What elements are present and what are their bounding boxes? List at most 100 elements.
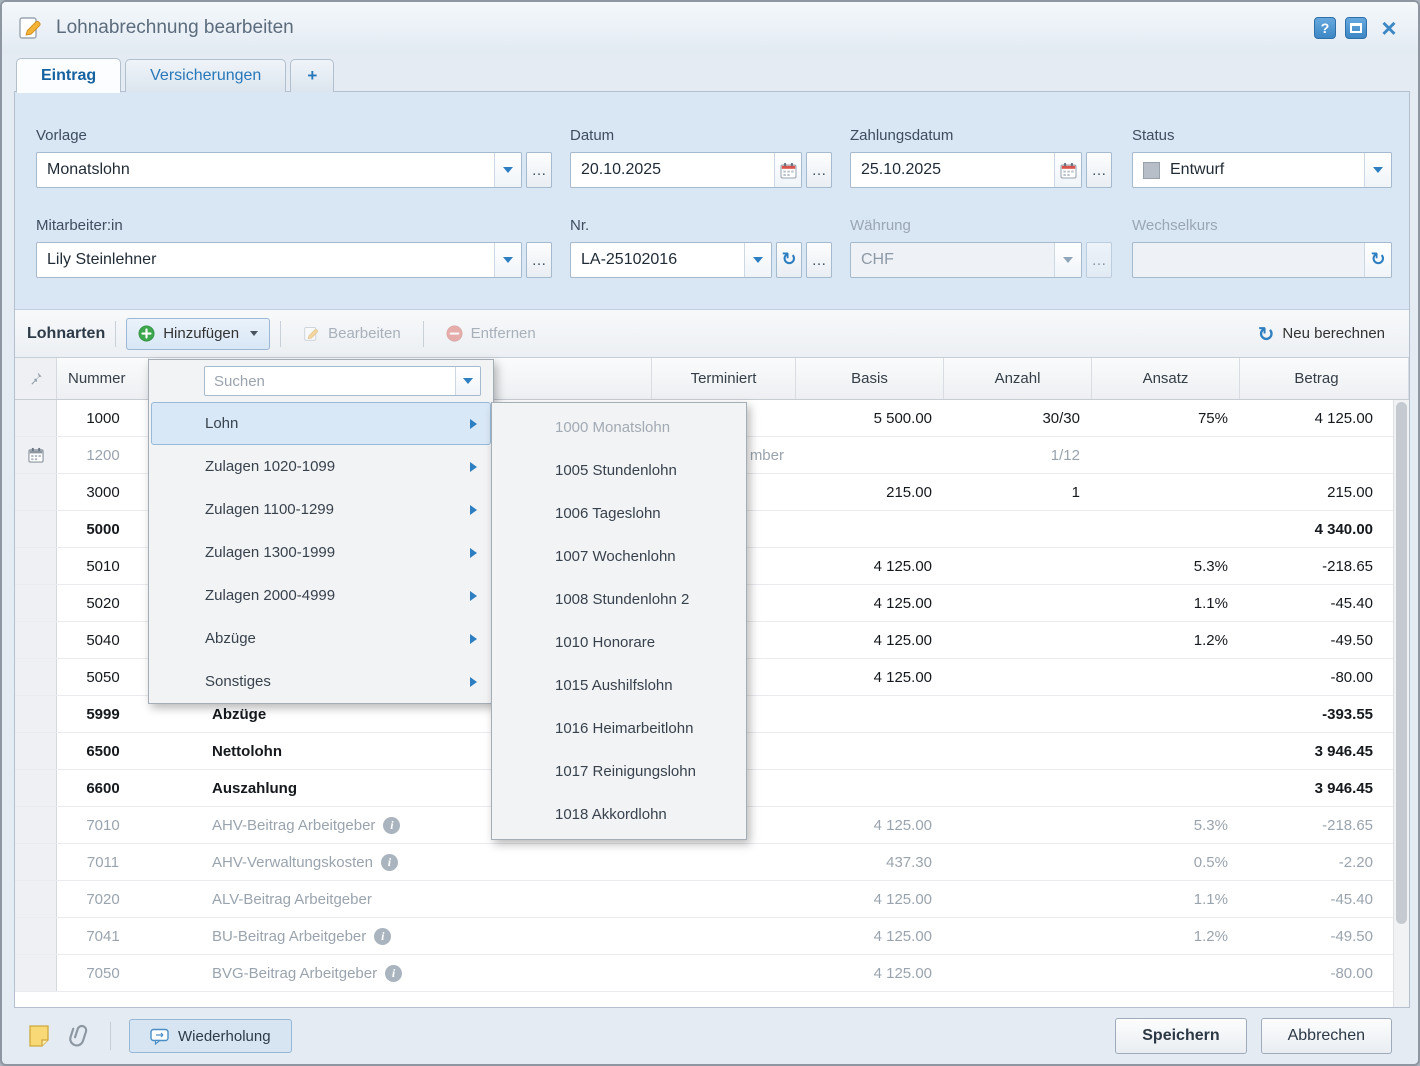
nr-value[interactable]: LA-25102016	[571, 243, 744, 277]
neu-berechnen-button[interactable]: ↻ Neu berechnen	[1246, 318, 1397, 350]
status-field-group: Status Entwurf	[1132, 127, 1392, 188]
row-gutter	[15, 770, 57, 806]
vorlage-value[interactable]: Monatslohn	[37, 153, 494, 187]
hinzufuegen-button[interactable]: Hinzufügen	[126, 318, 270, 350]
submenu-item[interactable]: 1017 Reinigungslohn	[492, 750, 746, 793]
close-button[interactable]: ×	[1376, 15, 1402, 41]
vorlage-combobox[interactable]: Monatslohn	[36, 152, 522, 188]
lohnart-name: AHV-Verwaltungskosten	[212, 854, 373, 871]
menu-item[interactable]: Zulagen 1300-1999	[151, 531, 491, 574]
mitarbeiter-combobox[interactable]: Lily Steinlehner	[36, 242, 522, 278]
wechselkurs-refresh-trigger[interactable]: ↻	[1364, 243, 1391, 277]
cell-basis	[796, 770, 944, 806]
table-row[interactable]: 7050 BVG-Beitrag Arbeitgeber i 4 125.00 …	[15, 955, 1409, 992]
submenu-item[interactable]: 1016 Heimarbeitlohn	[492, 707, 746, 750]
header-ansatz[interactable]: Ansatz	[1092, 358, 1240, 399]
menu-search-field[interactable]: Suchen	[204, 366, 481, 396]
lohnart-name: Auszahlung	[212, 780, 297, 797]
nr-more-button[interactable]: …	[806, 242, 832, 278]
menu-item-label: Zulagen 1300-1999	[205, 544, 335, 561]
menu-item[interactable]: Sonstiges	[151, 660, 491, 703]
cell-basis: 5 500.00	[796, 400, 944, 436]
datum-calendar-trigger[interactable]	[774, 153, 801, 187]
menu-item[interactable]: Zulagen 2000-4999	[151, 574, 491, 617]
menu-item[interactable]: Abzüge	[151, 617, 491, 660]
table-row[interactable]: 7041 BU-Beitrag Arbeitgeber i 4 125.00 1…	[15, 918, 1409, 955]
cell-name: ALV-Beitrag Arbeitgeber i	[149, 881, 652, 917]
submenu-item[interactable]: 1008 Stundenlohn 2	[492, 578, 746, 621]
table-row[interactable]: 7011 AHV-Verwaltungskosten i 437.30 0.5%…	[15, 844, 1409, 881]
wechselkurs-label: Wechselkurs	[1132, 217, 1392, 234]
zahlungsdatum-calendar-trigger[interactable]	[1054, 153, 1081, 187]
vorlage-dropdown-trigger[interactable]	[494, 153, 521, 187]
submenu-item[interactable]: 1000 Monatslohn	[492, 406, 746, 449]
row-gutter	[15, 733, 57, 769]
tab[interactable]: +	[290, 59, 334, 92]
zahlungsdatum-more-button[interactable]: …	[1086, 152, 1112, 188]
vertical-scrollbar[interactable]	[1393, 400, 1409, 1007]
row-gutter	[15, 844, 57, 880]
info-icon[interactable]: i	[383, 817, 400, 834]
info-icon[interactable]: i	[385, 965, 402, 982]
cell-ansatz: 1.1%	[1092, 585, 1240, 621]
wiederholung-button[interactable]: Wiederholung	[129, 1019, 292, 1053]
menu-item[interactable]: Zulagen 1020-1099	[151, 445, 491, 488]
submenu-item[interactable]: 1005 Stundenlohn	[492, 449, 746, 492]
scrollbar-thumb[interactable]	[1396, 402, 1407, 924]
menu-item-label: Zulagen 1100-1299	[205, 501, 334, 518]
notes-button[interactable]	[28, 1024, 50, 1048]
cell-basis: 4 125.00	[796, 585, 944, 621]
menu-item[interactable]: Zulagen 1100-1299	[151, 488, 491, 531]
mitarbeiter-dropdown-trigger[interactable]	[494, 243, 521, 277]
help-button[interactable]: ?	[1314, 17, 1336, 39]
vorlage-more-button[interactable]: …	[526, 152, 552, 188]
menu-item-label: Lohn	[205, 415, 238, 432]
cell-anzahl	[944, 548, 1092, 584]
header-betrag[interactable]: Betrag	[1240, 358, 1409, 399]
status-combobox[interactable]: Entwurf	[1132, 152, 1392, 188]
submenu-item[interactable]: 1010 Honorare	[492, 621, 746, 664]
maximize-button[interactable]	[1345, 17, 1367, 39]
header-basis[interactable]: Basis	[796, 358, 944, 399]
zahlungsdatum-field[interactable]: 25.10.2025	[850, 152, 1082, 188]
cell-nummer: 7010	[57, 807, 149, 843]
nr-field[interactable]: LA-25102016	[570, 242, 772, 278]
speichern-button[interactable]: Speichern	[1115, 1018, 1246, 1054]
header-gutter[interactable]	[15, 358, 57, 399]
zahlungsdatum-value[interactable]: 25.10.2025	[851, 153, 1054, 187]
submenu-arrow-icon	[470, 505, 477, 515]
tab[interactable]: Versicherungen	[125, 59, 286, 92]
info-icon[interactable]: i	[374, 928, 391, 945]
cell-ansatz	[1092, 770, 1240, 806]
cell-nummer: 6500	[57, 733, 149, 769]
datum-field[interactable]: 20.10.2025	[570, 152, 802, 188]
mitarbeiter-value[interactable]: Lily Steinlehner	[37, 243, 494, 277]
datum-value[interactable]: 20.10.2025	[571, 153, 774, 187]
table-row[interactable]: 7020 ALV-Beitrag Arbeitgeber i 4 125.00 …	[15, 881, 1409, 918]
separator	[115, 321, 116, 347]
header-anzahl[interactable]: Anzahl	[944, 358, 1092, 399]
abbrechen-button[interactable]: Abbrechen	[1261, 1018, 1392, 1054]
status-value[interactable]: Entwurf	[1160, 153, 1364, 187]
row-gutter	[15, 696, 57, 732]
info-icon[interactable]: i	[381, 854, 398, 871]
lohnart-name: AHV-Beitrag Arbeitgeber	[212, 817, 375, 834]
attachments-button[interactable]	[68, 1023, 92, 1049]
submenu-item[interactable]: 1015 Aushilfslohn	[492, 664, 746, 707]
nr-refresh-button[interactable]: ↻	[776, 242, 802, 278]
submenu-item[interactable]: 1006 Tageslohn	[492, 492, 746, 535]
submenu-item[interactable]: 1007 Wochenlohn	[492, 535, 746, 578]
mitarbeiter-more-button[interactable]: …	[526, 242, 552, 278]
nr-field-group: Nr. LA-25102016 ↻ …	[570, 217, 832, 278]
status-dropdown-trigger[interactable]	[1364, 153, 1391, 187]
submenu-item[interactable]: 1018 Akkordlohn	[492, 793, 746, 836]
nr-dropdown-trigger[interactable]	[744, 243, 771, 277]
menu-item[interactable]: Lohn	[151, 402, 491, 445]
cell-basis	[796, 733, 944, 769]
header-nummer[interactable]: Nummer	[57, 358, 149, 399]
search-dropdown-trigger[interactable]	[455, 367, 480, 395]
search-placeholder[interactable]: Suchen	[205, 367, 455, 395]
tab[interactable]: Eintrag	[16, 58, 121, 93]
header-terminiert[interactable]: Terminiert	[652, 358, 796, 399]
datum-more-button[interactable]: …	[806, 152, 832, 188]
